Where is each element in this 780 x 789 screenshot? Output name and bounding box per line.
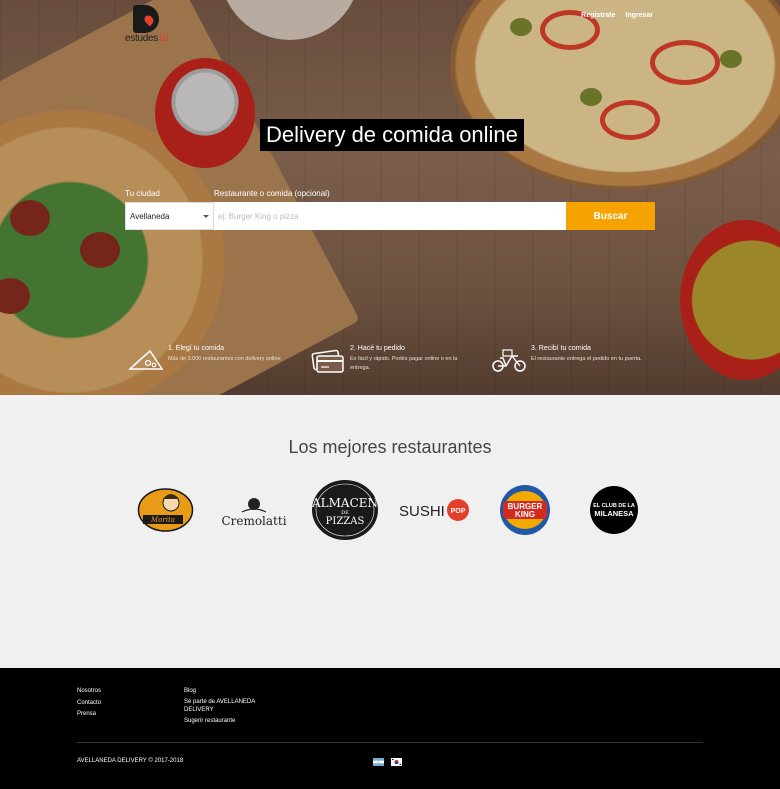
restaurants-title: Los mejores restaurantes	[288, 437, 492, 457]
copyright: AVELLANEDA DELIVERY © 2017-2018	[77, 758, 184, 764]
milanesa-logo: EL CLUB DE LA MILANESA	[590, 486, 638, 534]
step-desc: Es fácil y rápido. Podés pagar online o …	[350, 356, 458, 371]
step-desc: El restaurante entrega el pedido en tu p…	[531, 356, 642, 362]
footer-link-suggest[interactable]: Sugerir restaurante	[184, 718, 235, 726]
register-link[interactable]: Registrate	[581, 12, 615, 19]
svg-text:SUSHI: SUSHI	[399, 503, 445, 520]
footer-link-join[interactable]: Sé parte de AVELLANEDA DELIVERY	[184, 699, 279, 715]
footer-link-blog[interactable]: Blog	[184, 688, 196, 696]
svg-text:POP: POP	[451, 508, 466, 515]
sushipop-logo: SUSHI POP	[399, 499, 469, 521]
step-1: 1. Elegí tu comida Más de 3.000 restaura…	[128, 345, 288, 375]
svg-text:PIZZAS: PIZZAS	[326, 516, 365, 527]
site-logo[interactable]: estudes10	[125, 5, 185, 45]
korea-flag-icon[interactable]	[391, 758, 402, 766]
footer-link-nosotros[interactable]: Nosotros	[77, 688, 101, 696]
step-title: 1. Elegí tu comida	[168, 345, 225, 352]
restaurant-morita[interactable]: Morita	[137, 480, 194, 540]
bike-icon	[492, 349, 526, 372]
hero-headline: Delivery de comida online	[260, 119, 524, 151]
footer	[0, 668, 780, 789]
search-input[interactable]	[214, 202, 566, 230]
svg-text:ALMACEN: ALMACEN	[311, 496, 378, 510]
city-label: Tu ciudad	[125, 189, 160, 198]
almacen-logo: ALMACEN DE PIZZAS	[311, 480, 378, 540]
svg-text:Cremolatti: Cremolatti	[221, 514, 286, 528]
search-button[interactable]: Buscar	[566, 202, 655, 230]
restaurant-almacen[interactable]: ALMACEN DE PIZZAS	[311, 480, 379, 540]
footer-divider	[77, 742, 703, 743]
restaurant-sushipop[interactable]: SUSHI POP	[397, 480, 472, 540]
top-nav: Registrate Ingresar	[581, 12, 653, 19]
morita-logo: Morita	[137, 488, 194, 532]
argentina-flag-icon[interactable]	[373, 758, 384, 766]
pizza-icon	[128, 349, 164, 370]
burgerking-logo: BURGER KING	[500, 485, 550, 535]
footer-link-prensa[interactable]: Prensa	[77, 711, 96, 719]
restaurant-cremolatti[interactable]: Cremolatti	[220, 480, 288, 540]
svg-text:MILANESA: MILANESA	[594, 509, 634, 518]
svg-text:KING: KING	[515, 510, 535, 519]
step-title: 2. Hacé tu pedido	[350, 345, 405, 352]
step-2: 2. Hacé tu pedido Es fácil y rápido. Pod…	[310, 345, 470, 375]
svg-text:Morita: Morita	[150, 516, 175, 524]
footer-link-contacto[interactable]: Contacto	[77, 700, 101, 708]
step-title: 3. Recibí tu comida	[531, 345, 591, 352]
query-label: Restaurante o comida (opcional)	[214, 189, 330, 198]
hero-banner: estudes10 Registrate Ingresar Delivery d…	[0, 0, 780, 395]
login-link[interactable]: Ingresar	[625, 12, 653, 19]
step-3: 3. Recibí tu comida El restaurante entre…	[491, 345, 651, 375]
cremolatti-logo: Cremolatti	[221, 498, 287, 528]
city-select[interactable]: Avellaneda	[125, 202, 214, 230]
card-icon	[311, 349, 344, 373]
step-desc: Más de 3.000 restaurantes con delivery o…	[168, 356, 283, 362]
caret-down-icon	[203, 215, 209, 218]
restaurant-milanesa[interactable]: EL CLUB DE LA MILANESA	[589, 480, 639, 540]
restaurant-burgerking[interactable]: BURGER KING	[499, 480, 551, 540]
